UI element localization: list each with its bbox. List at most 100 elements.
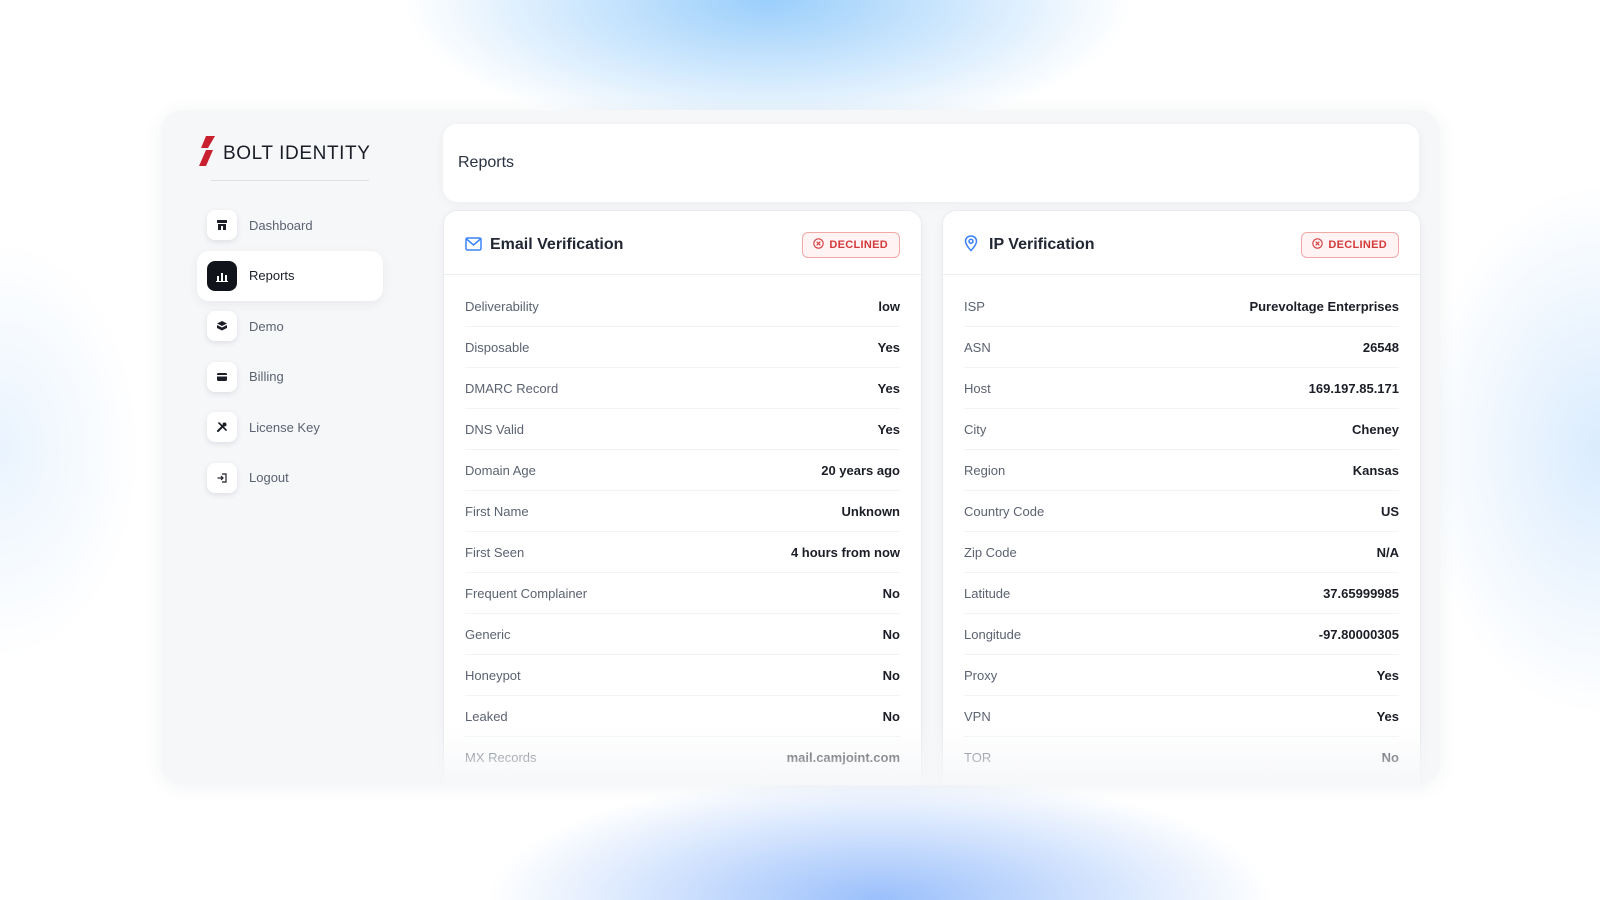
detail-row-region: Region Kansas: [964, 450, 1399, 491]
detail-label: VPN: [964, 708, 991, 724]
detail-row-first-seen: First Seen 4 hours from now: [465, 532, 900, 573]
detail-label: MX Records: [465, 749, 537, 765]
detail-label: DNS Valid: [465, 421, 525, 437]
detail-value: No: [1381, 749, 1399, 765]
detail-row-disposable: Disposable Yes: [465, 327, 900, 368]
detail-label: Disposable: [465, 339, 530, 355]
box-icon: [207, 311, 237, 341]
detail-label: DMARC Record: [465, 380, 559, 396]
detail-label: Domain Age: [465, 462, 536, 478]
ip-verification-card: IP Verification DECLINED ISP Purevoltage …: [942, 210, 1421, 785]
brand-name: BOLT IDENTITY: [223, 142, 371, 164]
detail-label: Generic: [465, 626, 511, 642]
detail-value: Yes: [1376, 667, 1399, 683]
detail-label: Leaked: [465, 708, 508, 724]
sidebar-divider: [211, 180, 369, 181]
detail-row-country-code: Country Code US: [964, 491, 1399, 532]
detail-value: US: [1380, 503, 1399, 519]
brand-logo[interactable]: BOLT IDENTITY: [197, 136, 371, 171]
sidebar: BOLT IDENTITY Dashboard Reports Demo Bil…: [161, 110, 421, 785]
sidebar-item-demo[interactable]: Demo: [197, 301, 383, 351]
card-header: IP Verification DECLINED: [943, 211, 1420, 275]
detail-value: No: [882, 667, 900, 683]
detail-row-frequent-complainer: Frequent Complainer No: [465, 573, 900, 614]
sidebar-item-label: Dashboard: [249, 217, 313, 233]
detail-row-city: City Cheney: [964, 409, 1399, 450]
detail-label: City: [964, 421, 987, 437]
tools-icon: [207, 412, 237, 442]
detail-row-proxy: Proxy Yes: [964, 655, 1399, 696]
sidebar-item-dashboard[interactable]: Dashboard: [197, 200, 383, 250]
detail-row-first-name: First Name Unknown: [465, 491, 900, 532]
detail-label: Longitude: [964, 626, 1022, 642]
detail-row-deliverability: Deliverability low: [465, 286, 900, 327]
detail-row-tor: TOR No: [964, 737, 1399, 778]
detail-row-generic: Generic No: [465, 614, 900, 655]
detail-label: Deliverability: [465, 298, 539, 314]
detail-row-mx-records: MX Records mail.camjoint.com: [465, 737, 900, 778]
detail-label: TOR: [964, 749, 992, 765]
envelope-icon: [465, 237, 482, 256]
detail-value: 169.197.85.171: [1308, 380, 1399, 396]
detail-label: ISP: [964, 298, 985, 314]
detail-value: Purevoltage Enterprises: [1249, 298, 1399, 314]
detail-label: First Name: [465, 503, 529, 519]
status-text: DECLINED: [1328, 239, 1387, 251]
detail-row-dmarc-record: DMARC Record Yes: [465, 368, 900, 409]
detail-value: Cheney: [1352, 421, 1399, 437]
detail-value: N/A: [1376, 544, 1399, 560]
detail-row-longitude: Longitude -97.80000305: [964, 614, 1399, 655]
logout-icon: [207, 462, 237, 493]
detail-row-domain-age: Domain Age 20 years ago: [465, 450, 900, 491]
shop-icon: [207, 210, 237, 240]
map-pin-icon: [964, 235, 978, 257]
detail-label: Zip Code: [964, 544, 1017, 560]
status-badge: DECLINED: [1301, 232, 1399, 258]
sidebar-item-label: Reports: [249, 268, 295, 283]
detail-label: Latitude: [964, 585, 1011, 601]
status-text: DECLINED: [829, 239, 888, 251]
card-title: IP Verification: [989, 236, 1095, 253]
sidebar-item-label: Logout: [249, 470, 289, 485]
detail-value: 37.65999985: [1323, 585, 1399, 601]
card-header: Email Verification DECLINED: [444, 211, 921, 275]
detail-label: Region: [964, 462, 1006, 478]
detail-value: Yes: [1376, 708, 1399, 724]
detail-value: 26548: [1362, 339, 1399, 355]
detail-value: mail.camjoint.com: [786, 749, 900, 765]
detail-row-isp: ISP Purevoltage Enterprises: [964, 286, 1399, 327]
x-circle-icon: [813, 236, 825, 254]
detail-row-latitude: Latitude 37.65999985: [964, 573, 1399, 614]
detail-value: Yes: [877, 421, 900, 437]
card-title: Email Verification: [490, 236, 624, 253]
detail-row-honeypot: Honeypot No: [465, 655, 900, 696]
detail-label: Host: [964, 380, 991, 396]
detail-value: Yes: [877, 380, 900, 396]
detail-value: low: [878, 298, 900, 314]
detail-value: 20 years ago: [821, 462, 900, 478]
sidebar-item-logout[interactable]: Logout: [197, 453, 383, 503]
detail-value: No: [882, 585, 900, 601]
detail-row-vpn: VPN Yes: [964, 696, 1399, 737]
sidebar-item-billing[interactable]: Billing: [197, 352, 383, 402]
status-badge: DECLINED: [802, 232, 900, 258]
sidebar-item-license-key[interactable]: License Key: [197, 402, 383, 452]
detail-label: Frequent Complainer: [465, 585, 588, 601]
chart-icon: [207, 260, 237, 291]
detail-row-dns-valid: DNS Valid Yes: [465, 409, 900, 450]
detail-label: Proxy: [964, 667, 998, 683]
x-circle-icon: [1312, 236, 1324, 254]
sidebar-item-label: Billing: [249, 369, 284, 384]
sidebar-item-reports[interactable]: Reports: [197, 250, 383, 301]
email-verification-card: Email Verification DECLINED Deliverabili…: [443, 210, 922, 785]
detail-label: ASN: [964, 339, 991, 355]
detail-value: Unknown: [841, 503, 901, 519]
detail-value: No: [882, 626, 900, 642]
detail-label: First Seen: [465, 544, 525, 560]
ip-details-list: ISP Purevoltage Enterprises ASN 26548 Host…: [964, 286, 1399, 778]
detail-value: No: [882, 708, 900, 724]
bolt-icon: [197, 136, 217, 171]
app-window: BOLT IDENTITY Dashboard Reports Demo Bil…: [161, 110, 1440, 785]
credit-card-icon: [207, 361, 237, 392]
detail-row-leaked: Leaked No: [465, 696, 900, 737]
